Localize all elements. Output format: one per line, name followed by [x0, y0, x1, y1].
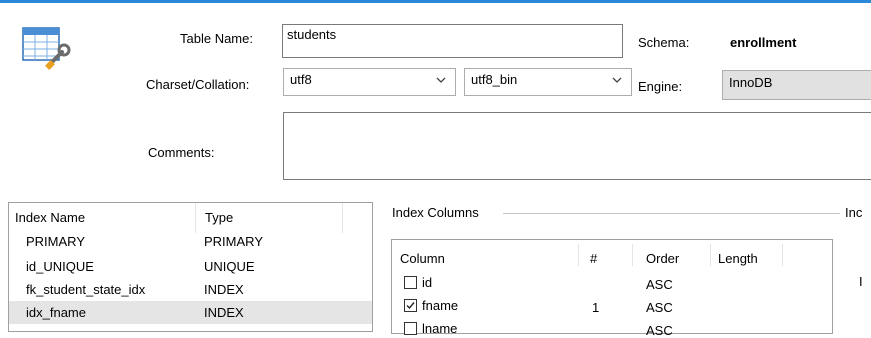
table-name-label: Table Name: [180, 31, 253, 46]
index-type: INDEX [204, 282, 244, 297]
index-columns-table[interactable]: Column # Order Length id ASC fname 1 ASC… [391, 239, 833, 338]
index-list[interactable]: Index Name Type PRIMARY PRIMARY id_UNIQU… [8, 202, 373, 332]
column-order[interactable]: ASC [646, 277, 673, 292]
column-order[interactable]: ASC [646, 300, 673, 315]
engine-label: Engine: [638, 79, 683, 94]
column-name: lname [422, 321, 458, 336]
index-row[interactable]: PRIMARY PRIMARY [9, 232, 372, 255]
index-type: PRIMARY [204, 234, 263, 249]
index-row-selected[interactable]: idx_fname INDEX [9, 301, 372, 324]
schema-value: enrollment [730, 35, 797, 50]
engine-value: InnoDB [729, 75, 773, 90]
comments-textarea[interactable] [283, 112, 871, 180]
column-header[interactable]: Column [400, 251, 445, 266]
window-top-accent [0, 0, 871, 3]
index-name-column-header[interactable]: Index Name [15, 210, 85, 225]
length-header[interactable]: Length [718, 251, 758, 266]
type-column-header[interactable]: Type [205, 210, 233, 225]
index-name: idx_fname [26, 305, 86, 320]
chevron-down-icon [612, 77, 622, 83]
column-order-number: 1 [592, 300, 600, 315]
index-name: fk_student_state_idx [26, 282, 146, 297]
column-checkbox[interactable] [404, 276, 417, 289]
index-name: id_UNIQUE [26, 259, 94, 274]
index-options-partial-label: I [859, 274, 863, 289]
checkmark-icon [406, 302, 415, 310]
charset-value: utf8 [290, 72, 312, 87]
index-row[interactable]: fk_student_state_idx INDEX [9, 278, 372, 301]
column-name: id [422, 275, 433, 290]
index-type: INDEX [204, 305, 244, 320]
index-list-header: Index Name Type [9, 203, 372, 233]
collation-value: utf8_bin [471, 72, 518, 87]
collation-select[interactable]: utf8_bin [464, 68, 632, 96]
index-row[interactable]: id_UNIQUE UNIQUE [9, 255, 372, 278]
column-checkbox[interactable] [404, 322, 417, 335]
schema-label: Schema: [638, 35, 690, 50]
comments-label: Comments: [148, 145, 215, 160]
index-type: UNIQUE [204, 259, 255, 274]
group-divider [503, 213, 840, 214]
column-order[interactable]: ASC [646, 323, 673, 338]
table-edit-icon [20, 26, 72, 70]
index-options-group-label: Inc [845, 205, 863, 220]
order-header[interactable]: Order [646, 251, 679, 266]
engine-select[interactable]: InnoDB [722, 70, 871, 100]
column-name: fname [422, 298, 459, 313]
charset-label: Charset/Collation: [146, 77, 250, 92]
table-name-input[interactable]: students [282, 24, 623, 58]
column-checkbox-checked[interactable] [404, 299, 417, 312]
chevron-down-icon [436, 77, 446, 83]
charset-select[interactable]: utf8 [283, 68, 456, 96]
index-name: PRIMARY [26, 234, 85, 249]
index-columns-group-label: Index Columns [392, 205, 479, 220]
order-number-header[interactable]: # [590, 251, 597, 266]
